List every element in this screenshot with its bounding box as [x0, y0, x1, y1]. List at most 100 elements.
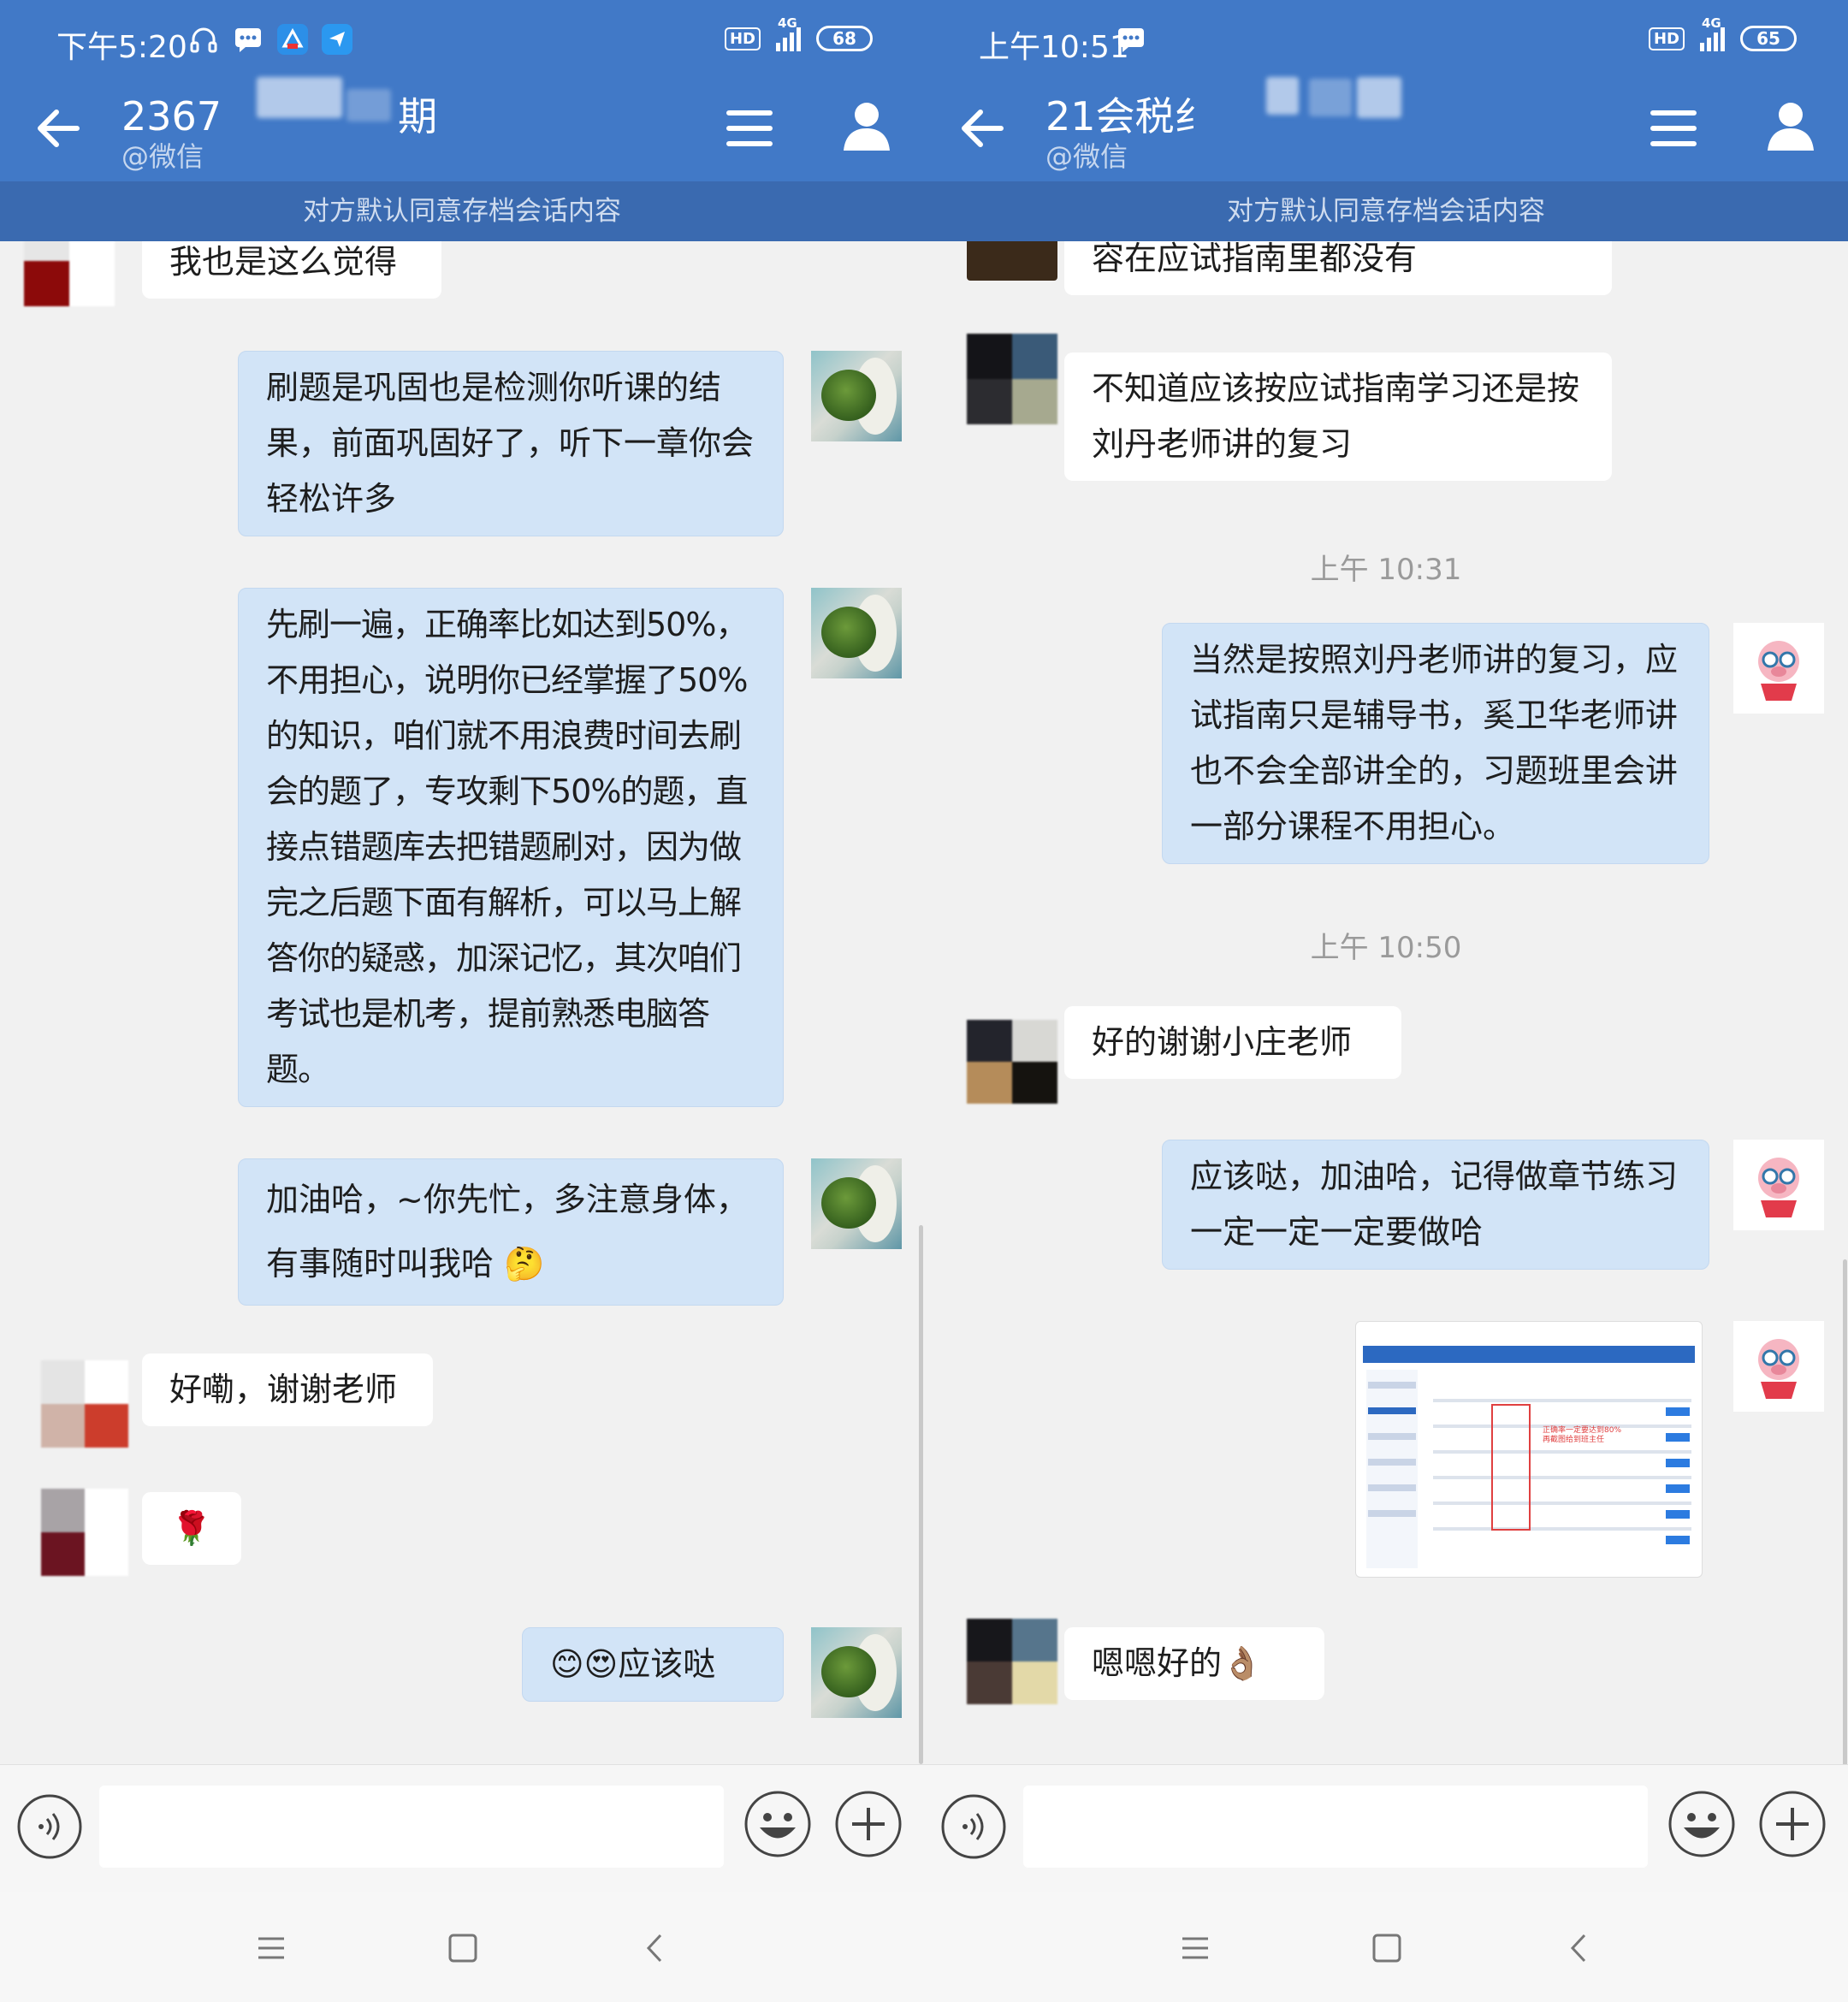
screenshot-row [1433, 1502, 1691, 1505]
screenshot-button [1666, 1407, 1690, 1416]
incoming-message[interactable]: 好的谢谢小庄老师 [1064, 1006, 1401, 1079]
chat-title-prefix: 2367 [121, 93, 222, 139]
screenshot-row [1368, 1510, 1416, 1517]
user-icon[interactable] [838, 98, 895, 154]
nav-bar: 2367 期 @微信 [0, 77, 924, 181]
pig-avatar-icon [1758, 1339, 1799, 1399]
battery-indicator: 65 [1740, 26, 1797, 51]
incoming-message[interactable]: 我也是这么觉得 [142, 241, 441, 299]
outgoing-message[interactable]: 应该哒，加油哈，记得做章节练习一定一定一定要做哈 [1162, 1140, 1709, 1270]
plus-icon[interactable] [1757, 1789, 1827, 1859]
smile-emoji: 😊😍 [550, 1645, 619, 1683]
scrollbar[interactable] [1843, 1259, 1847, 1764]
timestamp: 上午 10:31 [1310, 553, 1462, 587]
emoji-icon[interactable] [1667, 1789, 1737, 1859]
outgoing-message[interactable]: 刷题是巩固也是检测你听课的结果，前面巩固好了，听下一章你会轻松许多 [238, 351, 784, 536]
input-bar [924, 1764, 1848, 1892]
nav-home-icon[interactable] [441, 1927, 484, 1969]
chat-title-suffix: 期 [398, 93, 438, 139]
nav-menu-icon[interactable] [250, 1927, 293, 1969]
send-notification-icon [322, 24, 352, 55]
message-icon [235, 28, 261, 52]
my-avatar[interactable] [811, 351, 902, 441]
incoming-message[interactable]: 🌹 [142, 1492, 241, 1565]
contact-avatar[interactable] [24, 241, 115, 306]
contact-avatar[interactable] [967, 241, 1057, 281]
back-arrow-icon[interactable] [953, 98, 1013, 157]
contact-avatar[interactable] [41, 1360, 128, 1448]
message-input[interactable] [1023, 1786, 1648, 1868]
outgoing-message[interactable]: 当然是按照刘丹老师讲的复习，应试指南只是辅导书，奚卫华老师讲也不会全部讲全的，习… [1162, 623, 1709, 864]
outgoing-message[interactable]: 加油哈，~你先忙，多注意身体，有事随时叫我哈 🤔 [238, 1158, 784, 1306]
my-avatar[interactable] [1733, 1321, 1824, 1412]
contact-avatar[interactable] [967, 334, 1057, 424]
system-nav-bar [0, 1892, 924, 2002]
incoming-message[interactable]: 容在应试指南里都没有 [1064, 241, 1612, 295]
incoming-message[interactable]: 嗯嗯好的👌🏽 [1064, 1627, 1324, 1700]
status-time: 上午10:51 [979, 30, 1129, 65]
status-bar: 上午10:51 HD 4G 65 [924, 0, 1848, 86]
app-notification-icon [277, 24, 308, 55]
incoming-message[interactable]: 不知道应该按应试指南学习还是按刘丹老师讲的复习 [1064, 352, 1612, 481]
my-avatar[interactable] [811, 1158, 902, 1249]
message-text: 应该哒 [618, 1645, 716, 1683]
nav-menu-icon[interactable] [1174, 1927, 1217, 1969]
contact-avatar[interactable] [41, 1489, 128, 1576]
my-avatar[interactable] [811, 588, 902, 678]
screenshot-row [1433, 1527, 1691, 1531]
nav-bar: 21会税纟 @微信 [924, 77, 1848, 181]
right-chat-screen: 上午10:51 HD 4G 65 21会税纟 @微信 对方默认同意存档会话内容 … [924, 0, 1848, 2002]
screenshot-header [1363, 1348, 1695, 1363]
voice-icon[interactable] [939, 1792, 1008, 1861]
outgoing-message[interactable]: 😊😍应该哒 [522, 1627, 784, 1702]
pig-avatar-icon [1758, 641, 1799, 701]
system-nav-bar [924, 1892, 1848, 2002]
network-label: 4G [778, 15, 797, 31]
status-notification-icons [188, 24, 352, 55]
screenshot-toolbar [1363, 1329, 1695, 1348]
message-list[interactable]: 容在应试指南里都没有 不知道应该按应试指南学习还是按刘丹老师讲的复习 上午 10… [924, 241, 1848, 1764]
outgoing-message[interactable]: 先刷一遍，正确率比如达到50%，不用担心，说明你已经掌握了50%的知识，咱们就不… [238, 588, 784, 1107]
emoji-icon[interactable] [743, 1789, 813, 1859]
redacted-title [346, 89, 391, 121]
pig-avatar-icon [1758, 1158, 1799, 1217]
my-avatar[interactable] [1733, 1140, 1824, 1230]
message-input[interactable] [99, 1786, 724, 1868]
message-text: 嗯嗯好的 [1092, 1644, 1223, 1682]
status-system-icons: HD 4G 65 [1648, 15, 1797, 51]
screenshot-button [1666, 1459, 1690, 1467]
contact-avatar[interactable] [967, 1020, 1057, 1104]
my-avatar[interactable] [811, 1627, 902, 1718]
menu-icon[interactable] [724, 103, 775, 154]
incoming-message[interactable]: 好嘞，谢谢老师 [142, 1353, 433, 1426]
scrollbar[interactable] [919, 1225, 923, 1764]
user-icon[interactable] [1762, 98, 1819, 154]
status-bar: 下午5:20 HD 4G 68 [0, 0, 924, 86]
plus-icon[interactable] [833, 1789, 903, 1859]
nav-back-icon[interactable] [635, 1927, 678, 1969]
back-arrow-icon[interactable] [29, 98, 89, 157]
status-notification-icons [1116, 24, 1146, 55]
status-time: 下午5:20 [56, 30, 187, 65]
screenshot-button [1666, 1484, 1690, 1493]
screenshot-sidebar [1366, 1370, 1418, 1568]
hd-badge: HD [724, 27, 761, 50]
status-system-icons: HD 4G 68 [724, 15, 873, 51]
screenshot-image-message[interactable]: 正确率一定要达到80% 再截图给到班主任 [1355, 1321, 1703, 1578]
hd-badge: HD [1648, 27, 1685, 50]
message-icon [1118, 28, 1144, 52]
screenshot-row [1368, 1484, 1416, 1491]
my-avatar[interactable] [1733, 623, 1824, 714]
menu-icon[interactable] [1648, 103, 1699, 154]
screenshot-row [1368, 1407, 1416, 1414]
contact-avatar[interactable] [967, 1619, 1057, 1704]
nav-home-icon[interactable] [1365, 1927, 1408, 1969]
ok-hand-emoji: 👌🏽 [1222, 1644, 1263, 1682]
nav-back-icon[interactable] [1559, 1927, 1602, 1969]
screenshot-row [1433, 1476, 1691, 1479]
redacted-title [1309, 79, 1352, 116]
chat-header: 上午10:51 HD 4G 65 21会税纟 @微信 [924, 0, 1848, 181]
voice-icon[interactable] [15, 1792, 84, 1861]
screenshot-row [1433, 1450, 1691, 1454]
message-list[interactable]: 我也是这么觉得 刷题是巩固也是检测你听课的结果，前面巩固好了，听下一章你会轻松许… [0, 241, 924, 1764]
